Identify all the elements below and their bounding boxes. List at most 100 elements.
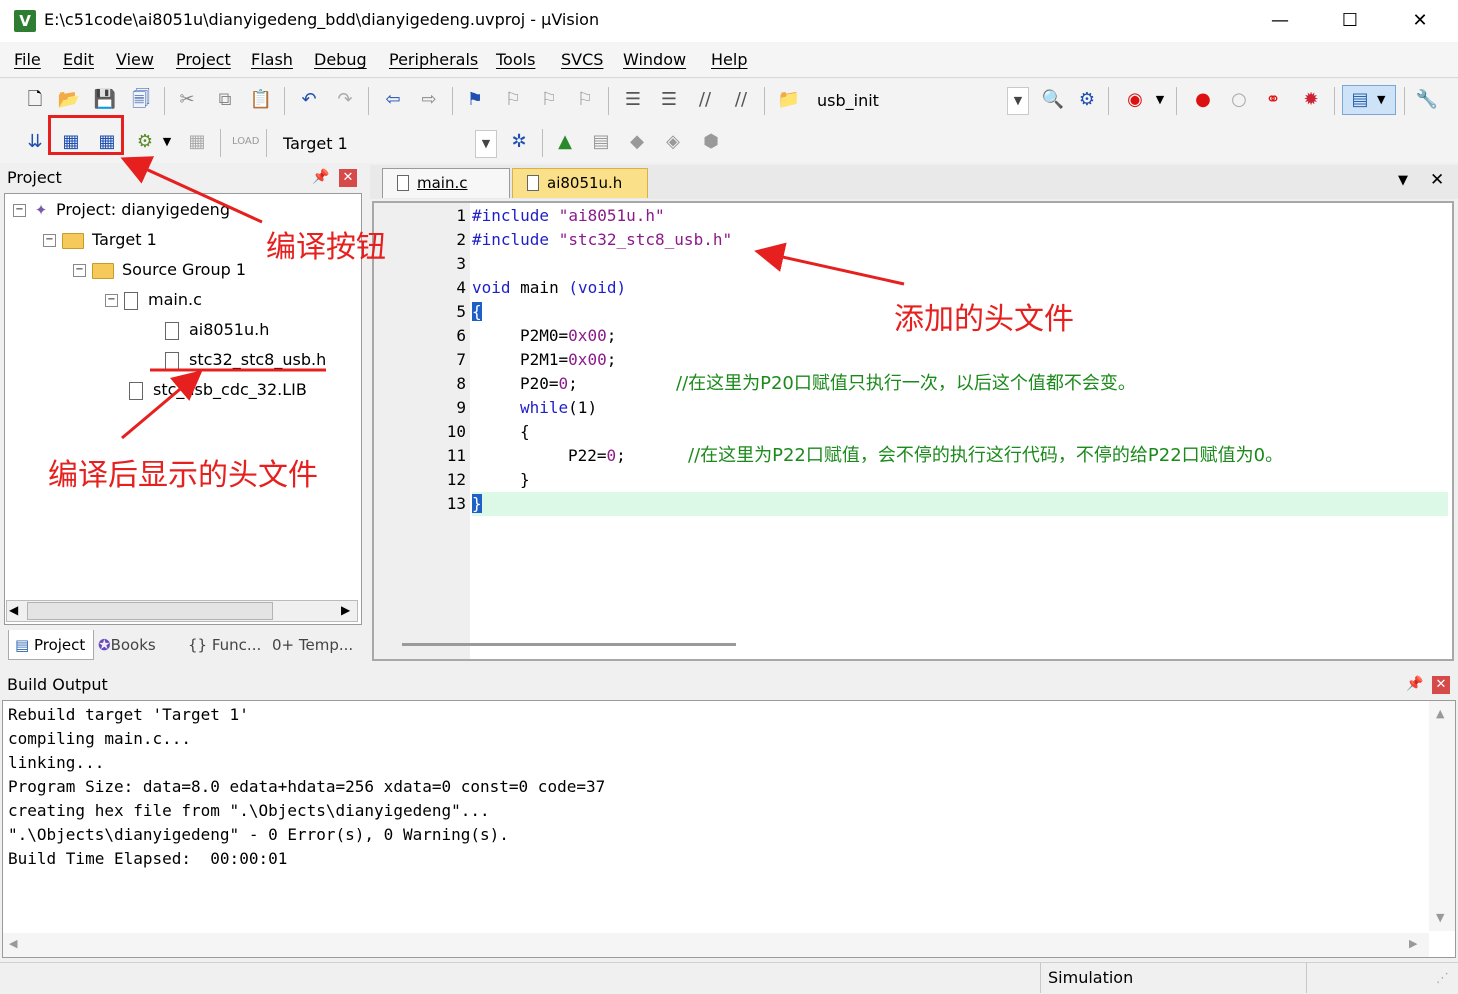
collapse-icon[interactable]: − (43, 234, 56, 247)
incremental-find-icon[interactable]: ⚙ (1074, 87, 1100, 113)
collapse-icon[interactable]: − (105, 294, 118, 307)
resize-grip-icon[interactable]: ⋰ (1436, 971, 1449, 986)
pin-icon[interactable]: 📌 (312, 169, 329, 185)
download-load-icon[interactable]: LOAD (232, 129, 259, 155)
editor-horizontal-scrollbar[interactable] (402, 643, 736, 646)
menu-flash[interactable]: Flash (251, 50, 293, 69)
menu-project[interactable]: Project (176, 50, 231, 69)
tree-project[interactable]: − ✦ Project: dianyigedeng (13, 198, 230, 222)
menu-peripherals[interactable]: Peripherals (389, 50, 478, 69)
scroll-right-icon[interactable]: ▶ (341, 603, 350, 617)
file-icon (165, 351, 179, 370)
clear-bookmarks-icon[interactable]: ⚐ (572, 87, 598, 113)
collapse-icon[interactable]: − (13, 204, 26, 217)
tree-lib[interactable]: stc_usb_cdc_32.LIB (129, 378, 307, 402)
horizontal-scrollbar[interactable]: ◀ ▶ (3, 933, 1429, 957)
new-file-icon[interactable]: 🗋 (22, 87, 48, 113)
scroll-right-icon[interactable]: ▶ (1409, 937, 1417, 950)
close-window-button[interactable]: ✕ (1390, 4, 1450, 38)
save-icon[interactable]: 💾 (92, 87, 118, 113)
chevron-down-icon[interactable]: ▼ (475, 130, 497, 158)
close-icon[interactable]: ✕ (1432, 676, 1450, 694)
scroll-up-icon[interactable]: ▲ (1436, 707, 1444, 720)
cut-icon[interactable]: ✂ (174, 87, 200, 113)
comment-icon[interactable]: // (692, 87, 718, 113)
code-comment: //在这里为P20口赋值只执行一次，以后这个值都不会变。 (676, 373, 1136, 394)
component-icon[interactable]: ⬢ (698, 129, 724, 155)
tree-main-c[interactable]: − main.c (105, 288, 202, 312)
enable-breakpoint-icon[interactable]: ○ (1226, 87, 1252, 113)
close-icon[interactable]: ✕ (339, 169, 357, 187)
tree-header-ai8051u[interactable]: ai8051u.h (165, 318, 269, 342)
tab-templates[interactable]: 0+ Temp... (272, 630, 353, 660)
horizontal-scrollbar[interactable]: ◀ ▶ (6, 600, 358, 622)
scroll-left-icon[interactable]: ◀ (9, 937, 17, 950)
window-layout-button[interactable]: ▤ ▼ (1342, 85, 1396, 115)
tab-main-c[interactable]: main.c (382, 168, 510, 198)
menu-file[interactable]: File (14, 50, 41, 69)
find-in-files-icon[interactable]: 📁 (776, 87, 802, 113)
menu-view[interactable]: View (116, 50, 154, 69)
menu-svcs[interactable]: SVCS (561, 50, 603, 69)
menu-help[interactable]: Help (711, 50, 747, 69)
copy-icon[interactable]: ⧉ (212, 87, 238, 113)
navigate-back-icon[interactable]: ⇦ (380, 87, 406, 113)
manage-project-items-icon[interactable]: ▲ (552, 129, 578, 155)
redo-icon[interactable]: ↷ (332, 87, 358, 113)
stop-build-icon[interactable]: ▦ (184, 129, 210, 155)
select-packs-icon[interactable]: ▤ (588, 129, 614, 155)
scroll-down-icon[interactable]: ▼ (1436, 911, 1444, 924)
undo-icon[interactable]: ↶ (296, 87, 322, 113)
function-combo[interactable]: usb_init ▼ (810, 86, 1030, 115)
translate-icon[interactable]: ⇊ (22, 129, 48, 155)
prev-bookmark-icon[interactable]: ⚐ (500, 87, 526, 113)
menu-debug[interactable]: Debug (314, 50, 367, 69)
manage-rte-icon[interactable]: ◆ (624, 129, 650, 155)
kill-breakpoints-icon[interactable]: ✹ (1298, 87, 1324, 113)
scroll-left-icon[interactable]: ◀ (9, 603, 18, 617)
close-tab-icon[interactable]: ✕ (1430, 170, 1444, 190)
maximize-button[interactable]: ☐ (1320, 4, 1380, 38)
disable-breakpoints-icon[interactable]: ⚭ (1260, 87, 1286, 113)
pin-icon[interactable]: 📌 (1406, 676, 1423, 692)
build-output-pane[interactable]: Rebuild target 'Target 1' compiling main… (2, 700, 1456, 958)
next-bookmark-icon[interactable]: ⚐ (536, 87, 562, 113)
tree-group[interactable]: − Source Group 1 (73, 258, 246, 282)
uncomment-icon[interactable]: // (728, 87, 754, 113)
vertical-scrollbar[interactable]: ▲ ▼ (1429, 701, 1455, 931)
tree-target[interactable]: − Target 1 (43, 228, 157, 252)
chevron-down-icon[interactable]: ▼ (1007, 87, 1029, 115)
tab-functions[interactable]: {} Func... (188, 630, 261, 660)
tab-project[interactable]: ▤ Project (8, 630, 94, 660)
code-editor[interactable]: 1 2 3 4 5 6 7 8 9 10 11 12 13 #include "… (372, 201, 1454, 661)
minimize-button[interactable]: — (1250, 4, 1310, 38)
tree-header-stc32[interactable]: stc32_stc8_usb.h (165, 348, 326, 372)
configure-icon[interactable]: 🔧 (1414, 87, 1440, 113)
pack-installer-icon[interactable]: ◈ (660, 129, 686, 155)
debug-dropdown-icon[interactable]: ▼ (1150, 87, 1170, 113)
open-file-icon[interactable]: 📂 (56, 87, 82, 113)
build-icon[interactable]: ▦ (58, 129, 84, 155)
menu-window[interactable]: Window (623, 50, 686, 69)
target-options-icon[interactable]: ✲ (506, 129, 532, 155)
paste-icon[interactable]: 📋 (248, 87, 274, 113)
rebuild-icon[interactable]: ▦ (94, 129, 120, 155)
tab-books[interactable]: ✪Books (98, 630, 156, 660)
target-combo[interactable]: Target 1 ▼ (276, 129, 498, 158)
bookmark-icon[interactable]: ⚑ (462, 87, 488, 113)
menu-edit[interactable]: Edit (63, 50, 94, 69)
navigate-forward-icon[interactable]: ⇨ (416, 87, 442, 113)
save-all-icon[interactable]: 🗐 (128, 87, 154, 113)
menu-tools[interactable]: Tools (496, 50, 535, 69)
scrollbar-thumb[interactable] (27, 602, 273, 620)
indent-icon[interactable]: ☰ (620, 87, 646, 113)
debug-session-icon[interactable]: ◉ (1122, 87, 1148, 113)
tab-ai8051u-h[interactable]: ai8051u.h (512, 168, 648, 198)
insert-breakpoint-icon[interactable]: ● (1190, 87, 1216, 113)
find-icon[interactable]: 🔍 (1040, 87, 1066, 113)
chevron-down-icon[interactable]: ▼ (158, 129, 176, 155)
unindent-icon[interactable]: ☰ (656, 87, 682, 113)
batch-build-icon[interactable]: ⚙ (132, 129, 158, 155)
tab-list-chevron-icon[interactable]: ▼ (1398, 173, 1408, 188)
collapse-icon[interactable]: − (73, 264, 86, 277)
